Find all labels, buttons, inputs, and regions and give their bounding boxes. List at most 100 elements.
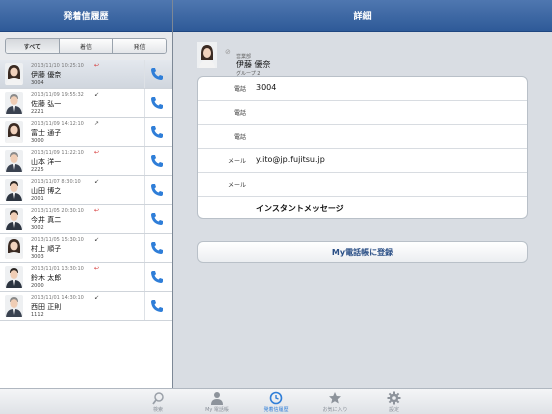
missed-call-icon: ↩	[94, 207, 100, 214]
call-time: 2013/11/01 13:30:10	[31, 266, 84, 272]
caller-number: 3003	[31, 254, 44, 260]
row-separator	[144, 60, 145, 88]
phone-icon[interactable]	[149, 124, 165, 140]
outgoing-call-icon: ↗	[94, 120, 100, 127]
person-icon	[211, 392, 223, 405]
email-label-2: メール	[227, 182, 246, 189]
email-row-1[interactable]: メール y.ito@jp.fujitsu.jp	[198, 149, 527, 173]
call-time: 2013/11/09 14:12:10	[31, 121, 84, 127]
missed-call-icon: ↩	[94, 62, 100, 69]
avatar	[5, 237, 23, 259]
phone-icon[interactable]	[149, 298, 165, 314]
row-separator	[144, 147, 145, 175]
phone-icon[interactable]	[149, 240, 165, 256]
call-time: 2013/11/09 19:55:32	[31, 92, 84, 98]
phone-label-3: 電話	[233, 134, 246, 141]
caller-number: 2221	[31, 109, 44, 115]
phone-row-1[interactable]: 電話 3004	[198, 77, 527, 101]
call-time: 2013/11/01 14:30:10	[31, 295, 84, 301]
avatar	[5, 63, 23, 85]
tab-favorites[interactable]: お気に入り	[310, 389, 360, 414]
caller-name: 今井 真二	[31, 216, 62, 224]
avatar	[5, 208, 23, 230]
detail-title: 詳細	[353, 12, 372, 22]
history-row[interactable]: 2013/11/01 14:30:10 ↙ 西田 正則 1112	[0, 292, 172, 321]
caller-number: 2001	[31, 196, 44, 202]
instant-message-row[interactable]: インスタントメッセージ	[198, 197, 527, 218]
history-row[interactable]: 2013/11/07 8:30:10 ↙ 山田 博之 2001	[0, 176, 172, 205]
phone-label-2: 電話	[233, 110, 246, 117]
phone-icon[interactable]	[149, 182, 165, 198]
row-separator	[144, 176, 145, 204]
history-row[interactable]: 2013/11/05 20:30:10 ↩ 今井 真二 3002	[0, 205, 172, 234]
tab-search[interactable]: 検索	[133, 389, 183, 414]
filter-segmented-control: すべて 着信 発信	[5, 38, 167, 54]
email-value-1[interactable]: y.ito@jp.fujitsu.jp	[256, 155, 325, 164]
tab-bar: 検索 My 電話帳 発着信履歴 お気に入り 設定	[0, 388, 552, 414]
instant-message-link[interactable]: インスタントメッセージ	[256, 203, 344, 214]
caller-name: 富士 通子	[31, 129, 62, 137]
tab-my-phonebook[interactable]: My 電話帳	[192, 389, 242, 414]
filter-outgoing[interactable]: 発信	[113, 39, 166, 53]
history-row[interactable]: 2013/11/01 13:30:10 ↩ 鈴木 太郎 2000	[0, 263, 172, 292]
caller-name: 西田 正則	[31, 303, 62, 311]
search-icon	[152, 392, 164, 405]
filter-bar: すべて 着信 発信	[0, 32, 172, 60]
history-row[interactable]: 2013/11/09 19:55:32 ↙ 佐藤 弘一 2221	[0, 89, 172, 118]
caller-number: 2000	[31, 283, 44, 289]
phone-row-2[interactable]: 電話	[198, 101, 527, 125]
history-row[interactable]: 2013/11/10 10:25:10 ↩ 伊藤 優奈 3004	[0, 60, 172, 89]
contact-detail-card: 電話 3004 電話 電話 メール y.ito@jp.fujitsu.jp メー…	[197, 76, 528, 219]
email-row-2[interactable]: メール	[198, 173, 527, 197]
caller-name: 山本 洋一	[31, 158, 62, 166]
tab-history-label: 発着信履歴	[263, 407, 289, 413]
caller-number: 2225	[31, 167, 44, 173]
filter-all[interactable]: すべて	[6, 39, 60, 53]
row-separator	[144, 118, 145, 146]
phone-row-3[interactable]: 電話	[198, 125, 527, 149]
row-separator	[144, 234, 145, 262]
detail-header: 詳細	[173, 0, 552, 32]
history-header: 発着信履歴	[0, 0, 172, 32]
history-row[interactable]: 2013/11/09 14:12:10 ↗ 富士 通子 3000	[0, 118, 172, 147]
filter-incoming[interactable]: 着信	[59, 39, 114, 53]
gear-icon	[387, 391, 401, 405]
incoming-call-icon: ↙	[94, 294, 100, 301]
caller-name: 村上 順子	[31, 245, 62, 253]
history-pane: すべて 着信 発信 2013/11/10 10:25:10 ↩ 伊藤 優奈 3004 2…	[0, 32, 172, 388]
call-time: 2013/11/05 20:30:10	[31, 208, 84, 214]
call-time: 2013/11/10 10:25:10	[31, 63, 84, 69]
email-label-1: メール	[227, 158, 246, 165]
call-time: 2013/11/07 8:30:10	[31, 179, 81, 185]
phone-icon[interactable]	[149, 269, 165, 285]
row-separator	[144, 205, 145, 233]
clock-icon	[269, 391, 283, 405]
call-time: 2013/11/05 15:30:10	[31, 237, 84, 243]
tab-my-phonebook-label: My 電話帳	[205, 407, 229, 413]
call-time: 2013/11/09 11:22:10	[31, 150, 84, 156]
incoming-call-icon: ↙	[94, 178, 100, 185]
incoming-call-icon: ↙	[94, 91, 100, 98]
avatar	[5, 179, 23, 201]
contact-avatar	[197, 42, 217, 68]
register-my-phonebook-button[interactable]: My電話帳に登録	[197, 241, 528, 263]
favorite-check-icon[interactable]: ⊘	[225, 48, 231, 56]
tab-settings[interactable]: 設定	[369, 389, 419, 414]
avatar	[5, 150, 23, 172]
phone-icon[interactable]	[149, 153, 165, 169]
row-separator	[144, 263, 145, 291]
phone-icon[interactable]	[149, 95, 165, 111]
caller-name: 山田 博之	[31, 187, 62, 195]
history-title: 発着信履歴	[63, 12, 109, 22]
phone-icon[interactable]	[149, 66, 165, 82]
phone-label-1: 電話	[233, 86, 246, 93]
tab-settings-label: 設定	[388, 407, 399, 413]
tab-history[interactable]: 発着信履歴	[251, 389, 301, 414]
history-row[interactable]: 2013/11/09 11:22:10 ↩ 山本 洋一 2225	[0, 147, 172, 176]
detail-pane: ⊘ 営業部 伊藤 優奈 グループ 2 電話 3004 電話 電話 メール y.i…	[173, 32, 552, 388]
caller-name: 伊藤 優奈	[31, 71, 62, 79]
phone-icon[interactable]	[149, 211, 165, 227]
history-row[interactable]: 2013/11/05 15:30:10 ↙ 村上 順子 3003	[0, 234, 172, 263]
avatar	[5, 295, 23, 317]
phone-value-1[interactable]: 3004	[256, 83, 276, 92]
